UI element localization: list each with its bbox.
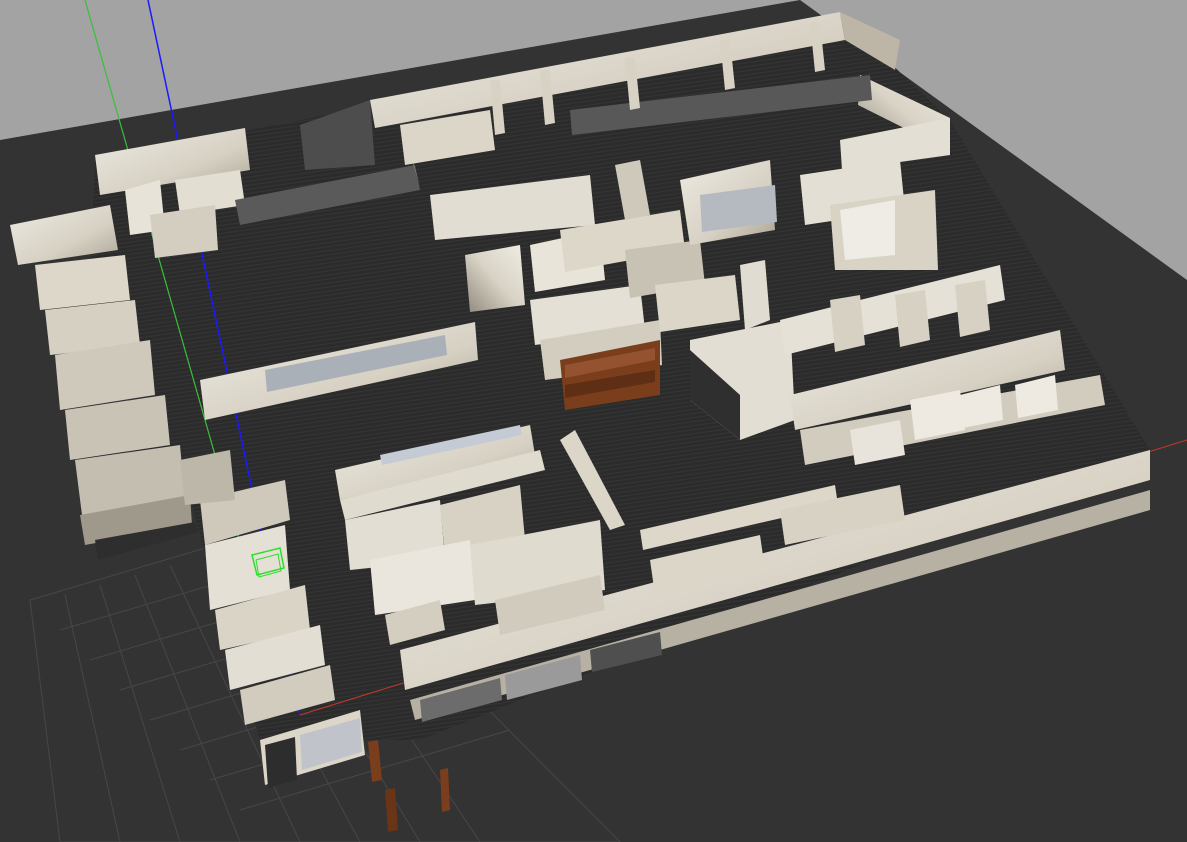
simulator-viewport[interactable] (0, 0, 1187, 842)
scene-canvas[interactable] (0, 0, 1187, 842)
